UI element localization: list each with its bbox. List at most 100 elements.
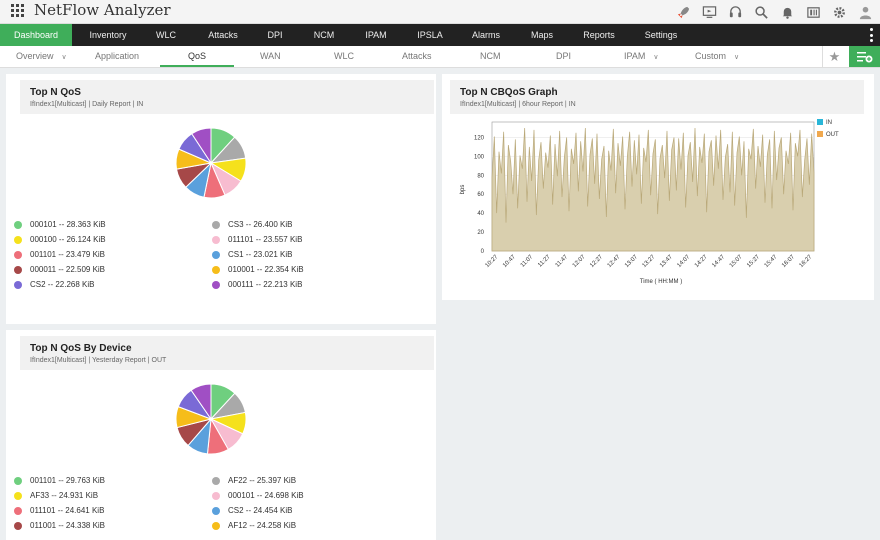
- nav-ipam[interactable]: IPAM: [358, 24, 394, 46]
- series-out-area[interactable]: [491, 127, 815, 252]
- legend-dot: [14, 491, 22, 500]
- rocket-icon[interactable]: [674, 3, 692, 21]
- add-widget-button[interactable]: [849, 46, 880, 67]
- legend-item[interactable]: CS3 -- 26.400 KiB: [212, 220, 292, 229]
- x-tick-label: 12:27: [589, 254, 604, 269]
- bell-icon[interactable]: [778, 3, 796, 21]
- legend-item[interactable]: 011101 -- 23.557 KiB: [212, 235, 302, 244]
- subtab-custom-label: Custom: [695, 51, 727, 61]
- chevron-down-icon: ∨: [653, 54, 659, 61]
- subtab-attacks[interactable]: Attacks: [402, 46, 432, 67]
- x-tick-label: 13:47: [659, 254, 674, 269]
- x-tick-label: 10:47: [502, 254, 517, 269]
- widget-header: Top N QoS IfIndex1[Multicast] | Daily Re…: [20, 80, 434, 114]
- legend-dot: [14, 476, 22, 485]
- legend-dot: [212, 491, 220, 500]
- legend-label: 000101 -- 24.698 KiB: [228, 491, 304, 500]
- y-tick-label: 120: [474, 135, 485, 141]
- nav-ipsla[interactable]: IPSLA: [410, 24, 450, 46]
- legend-label: CS2 -- 22.268 KiB: [30, 280, 95, 289]
- monitor-icon[interactable]: [700, 3, 718, 21]
- legend-label: CS2 -- 24.454 KiB: [228, 506, 293, 515]
- legend-item[interactable]: 010001 -- 22.354 KiB: [212, 265, 304, 274]
- nav-maps[interactable]: Maps: [522, 24, 562, 46]
- legend-item[interactable]: CS1 -- 23.021 KiB: [212, 250, 292, 259]
- legend-dot: [212, 250, 220, 259]
- legend-item[interactable]: 000011 -- 22.509 KiB: [14, 265, 105, 274]
- search-icon[interactable]: [752, 3, 770, 21]
- legend-item[interactable]: 000101 -- 28.363 KiB: [14, 220, 106, 229]
- nav-settings[interactable]: Settings: [636, 24, 686, 46]
- app-grid-icon[interactable]: [11, 4, 24, 17]
- nav-reports[interactable]: Reports: [576, 24, 622, 46]
- x-tick-label: 12:47: [607, 254, 622, 269]
- pie-legend: 001101 -- 29.763 KiB AF22 -- 25.397 KiB AF…: [14, 476, 434, 540]
- legend-item[interactable]: AF33 -- 24.931 KiB: [14, 491, 98, 500]
- legend-item[interactable]: 000101 -- 24.698 KiB: [212, 491, 304, 500]
- subtab-qos[interactable]: QoS: [160, 46, 234, 67]
- legend-item[interactable]: 011001 -- 24.338 KiB: [14, 521, 105, 530]
- gear-icon[interactable]: [830, 3, 848, 21]
- subtab-overview[interactable]: Overview ∨: [16, 46, 67, 67]
- more-menu-icon[interactable]: [870, 28, 874, 42]
- widget-title: Top N QoS By Device: [30, 343, 132, 354]
- user-icon[interactable]: [856, 3, 874, 21]
- subtab-wlc[interactable]: WLC: [334, 46, 354, 67]
- widget-subtitle: IfIndex1[Multicast] | Daily Report | IN: [30, 101, 144, 108]
- x-tick-label: 10:27: [485, 254, 500, 269]
- star-icon[interactable]: ★: [822, 46, 846, 67]
- nav-attacks[interactable]: Attacks: [200, 24, 246, 46]
- legend-label: 011101 -- 24.641 KiB: [30, 506, 105, 515]
- legend-label: IN: [826, 120, 832, 126]
- legend-dot: [212, 506, 220, 515]
- legend-label: OUT: [826, 132, 839, 138]
- nav-ncm[interactable]: NCM: [306, 24, 342, 46]
- widget-header: Top N QoS By Device IfIndex1[Multicast] …: [20, 336, 434, 370]
- legend-item[interactable]: 001101 -- 23.479 KiB: [14, 250, 105, 259]
- chevron-down-icon: ∨: [61, 54, 67, 61]
- subtab-custom[interactable]: Custom ∨: [695, 46, 739, 67]
- legend-item[interactable]: CS2 -- 24.454 KiB: [212, 506, 292, 515]
- legend-item[interactable]: CS2 -- 22.268 KiB: [14, 280, 94, 289]
- license-icon[interactable]: [804, 3, 822, 21]
- subtab-dpi[interactable]: DPI: [556, 46, 571, 67]
- subtab-wan[interactable]: WAN: [260, 46, 281, 67]
- subtab-application[interactable]: Application: [95, 46, 139, 67]
- legend-item[interactable]: 011101 -- 24.641 KiB: [14, 506, 104, 515]
- nav-inventory[interactable]: Inventory: [80, 24, 136, 46]
- widget-title: Top N CBQoS Graph: [460, 87, 558, 98]
- subtab-overview-label: Overview: [16, 51, 54, 61]
- widget-top-qos-device: Top N QoS By Device IfIndex1[Multicast] …: [6, 330, 436, 540]
- legend-label: 000011 -- 22.509 KiB: [30, 265, 106, 274]
- legend-item[interactable]: AF22 -- 25.397 KiB: [212, 476, 296, 485]
- cbqos-area-chart[interactable]: 0 20 40 60 80 100 120 bps 10:27 10:47 11:07 11:27 11…: [452, 118, 866, 290]
- legend-label: 001101 -- 23.479 KiB: [30, 250, 106, 259]
- pie-chart[interactable]: [174, 126, 248, 200]
- legend-label: 000101 -- 28.363 KiB: [30, 220, 106, 229]
- legend-label: AF22 -- 25.397 KiB: [228, 476, 297, 485]
- legend-label: 001101 -- 29.763 KiB: [30, 476, 106, 485]
- subtab-ipam[interactable]: IPAM ∨: [624, 46, 658, 67]
- legend-swatch[interactable]: [817, 119, 823, 125]
- headset-icon[interactable]: [726, 3, 744, 21]
- x-tick-label: 16:07: [781, 254, 796, 269]
- sub-nav: Overview ∨ Application QoS WAN WLC Attack…: [0, 46, 880, 68]
- nav-dashboard[interactable]: Dashboard: [0, 24, 72, 46]
- legend-item[interactable]: 000111 -- 22.213 KiB: [212, 280, 302, 289]
- legend-item[interactable]: AF12 -- 24.258 KiB: [212, 521, 296, 530]
- subtab-ncm[interactable]: NCM: [480, 46, 501, 67]
- legend-swatch[interactable]: [817, 131, 823, 137]
- x-tick-label: 14:47: [711, 254, 726, 269]
- nav-wlc[interactable]: WLC: [146, 24, 186, 46]
- legend-item[interactable]: 000100 -- 26.124 KiB: [14, 235, 106, 244]
- y-tick-label: 100: [474, 154, 485, 160]
- chevron-down-icon: ∨: [734, 54, 740, 61]
- y-tick-label: 60: [477, 192, 484, 198]
- nav-alarms[interactable]: Alarms: [466, 24, 506, 46]
- pie-chart[interactable]: [174, 382, 248, 456]
- y-tick-label: 0: [481, 249, 485, 255]
- nav-dpi[interactable]: DPI: [260, 24, 290, 46]
- legend-label: AF12 -- 24.258 KiB: [228, 521, 297, 530]
- main-nav: Dashboard Inventory WLC Attacks DPI NCM …: [0, 24, 880, 46]
- legend-item[interactable]: 001101 -- 29.763 KiB: [14, 476, 105, 485]
